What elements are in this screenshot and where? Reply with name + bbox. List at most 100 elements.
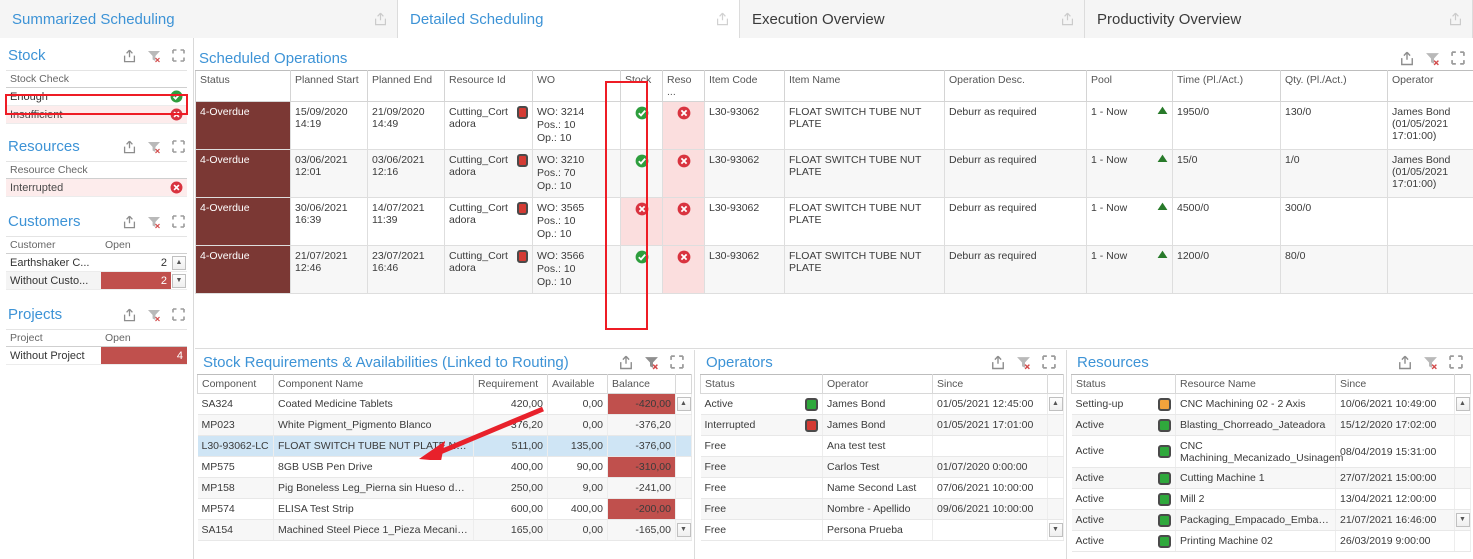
col-operator[interactable]: Operator xyxy=(1388,71,1473,102)
tab-productivity-overview[interactable]: Productivity Overview xyxy=(1085,0,1473,38)
scrollbar-track[interactable] xyxy=(1048,499,1064,520)
expand-icon[interactable] xyxy=(172,49,185,62)
table-row[interactable]: Setting-up CNC Machining 02 - 2 Axis 10/… xyxy=(1072,394,1471,415)
col-status[interactable]: Status xyxy=(196,71,291,102)
customer-row[interactable]: Without Custo... 2 ▼ xyxy=(6,272,187,290)
scrollbar-track[interactable] xyxy=(1455,415,1471,436)
filter-clear-icon[interactable] xyxy=(147,215,161,229)
table-row[interactable]: 4-Overdue 30/06/2021 16:39 14/07/2021 11… xyxy=(196,198,1473,246)
scrollbar-track[interactable] xyxy=(676,499,692,520)
scroll-up-button[interactable]: ▲ xyxy=(1048,394,1064,415)
export-icon[interactable] xyxy=(123,215,136,229)
expand-icon[interactable] xyxy=(670,355,684,369)
export-icon[interactable] xyxy=(1061,12,1074,26)
filter-clear-icon[interactable] xyxy=(147,49,161,63)
export-icon[interactable] xyxy=(123,140,136,154)
expand-icon[interactable] xyxy=(1449,355,1463,369)
col-item-code[interactable]: Item Code xyxy=(705,71,785,102)
col-operator[interactable]: Operator xyxy=(823,375,933,394)
scrollbar-track[interactable] xyxy=(676,415,692,436)
table-row[interactable]: Active Packaging_Empacado_Embalagem 21/0… xyxy=(1072,510,1471,531)
export-icon[interactable] xyxy=(1449,12,1462,26)
col-since[interactable]: Since xyxy=(1336,375,1455,394)
expand-icon[interactable] xyxy=(172,140,185,153)
export-icon[interactable] xyxy=(123,49,136,63)
filter-clear-icon[interactable] xyxy=(1016,355,1031,370)
col-balance[interactable]: Balance xyxy=(608,375,676,394)
scrollbar-track[interactable] xyxy=(1455,468,1471,489)
export-icon[interactable] xyxy=(716,12,729,26)
export-icon[interactable] xyxy=(619,355,633,370)
scroll-down-button[interactable]: ▼ xyxy=(1048,520,1064,541)
table-row[interactable]: Free Persona Prueba ▼ xyxy=(701,520,1064,541)
table-row[interactable]: Active CNC Machining_Mecanizado_Usinagem… xyxy=(1072,436,1471,468)
col-planned-start[interactable]: Planned Start xyxy=(291,71,368,102)
filter-clear-icon[interactable] xyxy=(147,308,161,322)
expand-icon[interactable] xyxy=(172,308,185,321)
table-row[interactable]: MP574 ELISA Test Strip 600,00 400,00 -20… xyxy=(198,499,692,520)
table-row[interactable]: Active Printing Machine 02 26/03/2019 9:… xyxy=(1072,531,1471,552)
table-row[interactable]: L30-93062-LC FLOAT SWITCH TUBE NUT PLATE… xyxy=(198,436,692,457)
scroll-down-button[interactable]: ▼ xyxy=(171,272,187,290)
table-row[interactable]: Free Nombre - Apellido 09/06/2021 10:00:… xyxy=(701,499,1064,520)
scrollbar-track[interactable] xyxy=(1048,478,1064,499)
export-icon[interactable] xyxy=(1398,355,1412,370)
export-icon[interactable] xyxy=(991,355,1005,370)
export-icon[interactable] xyxy=(374,12,387,26)
table-row[interactable]: SA154 Machined Steel Piece 1_Pieza Mecan… xyxy=(198,520,692,541)
scrollbar-track[interactable] xyxy=(676,457,692,478)
col-since[interactable]: Since xyxy=(933,375,1048,394)
filter-clear-icon[interactable] xyxy=(1425,51,1440,66)
expand-icon[interactable] xyxy=(1451,51,1465,65)
expand-icon[interactable] xyxy=(1042,355,1056,369)
scroll-down-button[interactable]: ▼ xyxy=(676,520,692,541)
table-row[interactable]: MP158 Pig Boneless Leg_Pierna sin Hueso … xyxy=(198,478,692,499)
scrollbar-track[interactable] xyxy=(1455,489,1471,510)
col-stock[interactable]: Stock xyxy=(621,71,663,102)
tab-execution-overview[interactable]: Execution Overview xyxy=(740,0,1085,38)
col-qty[interactable]: Qty. (Pl./Act.) xyxy=(1281,71,1388,102)
table-row[interactable]: SA324 Coated Medicine Tablets 420,00 0,0… xyxy=(198,394,692,415)
scrollbar-track[interactable] xyxy=(1048,415,1064,436)
table-row[interactable]: Free Name Second Last 07/06/2021 10:00:0… xyxy=(701,478,1064,499)
scrollbar-track[interactable] xyxy=(676,436,692,457)
table-row[interactable]: Active Cutting Machine 1 27/07/2021 15:0… xyxy=(1072,468,1471,489)
scroll-down-button[interactable]: ▼ xyxy=(1455,510,1471,531)
filter-clear-icon[interactable] xyxy=(644,355,659,370)
col-status[interactable]: Status xyxy=(701,375,823,394)
col-resource-check[interactable]: Reso ... xyxy=(663,71,705,102)
table-row[interactable]: MP575 8GB USB Pen Drive 400,00 90,00 -31… xyxy=(198,457,692,478)
table-row[interactable]: Interrupted James Bond 01/05/2021 17:01:… xyxy=(701,415,1064,436)
scrollbar-track[interactable] xyxy=(1455,531,1471,552)
col-requirement[interactable]: Requirement xyxy=(474,375,548,394)
expand-icon[interactable] xyxy=(172,215,185,228)
table-row[interactable]: 4-Overdue 15/09/2020 14:19 21/09/2020 14… xyxy=(196,102,1473,150)
scroll-up-button[interactable]: ▲ xyxy=(676,394,692,415)
col-resource-id[interactable]: Resource Id xyxy=(445,71,533,102)
table-row[interactable]: MP023 White Pigment_Pigmento Blanco 376,… xyxy=(198,415,692,436)
table-row[interactable]: Free Carlos Test 01/07/2020 0:00:00 xyxy=(701,457,1064,478)
stock-row-enough[interactable]: Enough xyxy=(6,88,187,106)
table-row[interactable]: Free Ana test test xyxy=(701,436,1064,457)
col-time[interactable]: Time (Pl./Act.) xyxy=(1173,71,1281,102)
export-icon[interactable] xyxy=(1400,51,1414,66)
table-row[interactable]: 4-Overdue 03/06/2021 12:01 03/06/2021 12… xyxy=(196,150,1473,198)
col-component[interactable]: Component xyxy=(198,375,274,394)
col-available[interactable]: Available xyxy=(548,375,608,394)
col-planned-end[interactable]: Planned End xyxy=(368,71,445,102)
filter-clear-icon[interactable] xyxy=(147,140,161,154)
tab-summarized-scheduling[interactable]: Summarized Scheduling xyxy=(0,0,398,38)
table-row[interactable]: Active Blasting_Chorreado_Jateadora 15/1… xyxy=(1072,415,1471,436)
scrollbar-track[interactable] xyxy=(1048,436,1064,457)
col-operation-desc[interactable]: Operation Desc. xyxy=(945,71,1087,102)
table-row[interactable]: 4-Overdue 21/07/2021 12:46 23/07/2021 16… xyxy=(196,246,1473,294)
col-wo[interactable]: WO xyxy=(533,71,621,102)
customer-row[interactable]: Earthshaker C... 2 ▲ xyxy=(6,254,187,272)
scroll-up-button[interactable]: ▲ xyxy=(1455,394,1471,415)
col-status[interactable]: Status xyxy=(1072,375,1176,394)
table-row[interactable]: Active James Bond 01/05/2021 12:45:00 ▲ xyxy=(701,394,1064,415)
col-component-name[interactable]: Component Name xyxy=(274,375,474,394)
scrollbar-track[interactable] xyxy=(1455,436,1471,468)
col-resource-name[interactable]: Resource Name xyxy=(1176,375,1336,394)
col-item-name[interactable]: Item Name xyxy=(785,71,945,102)
